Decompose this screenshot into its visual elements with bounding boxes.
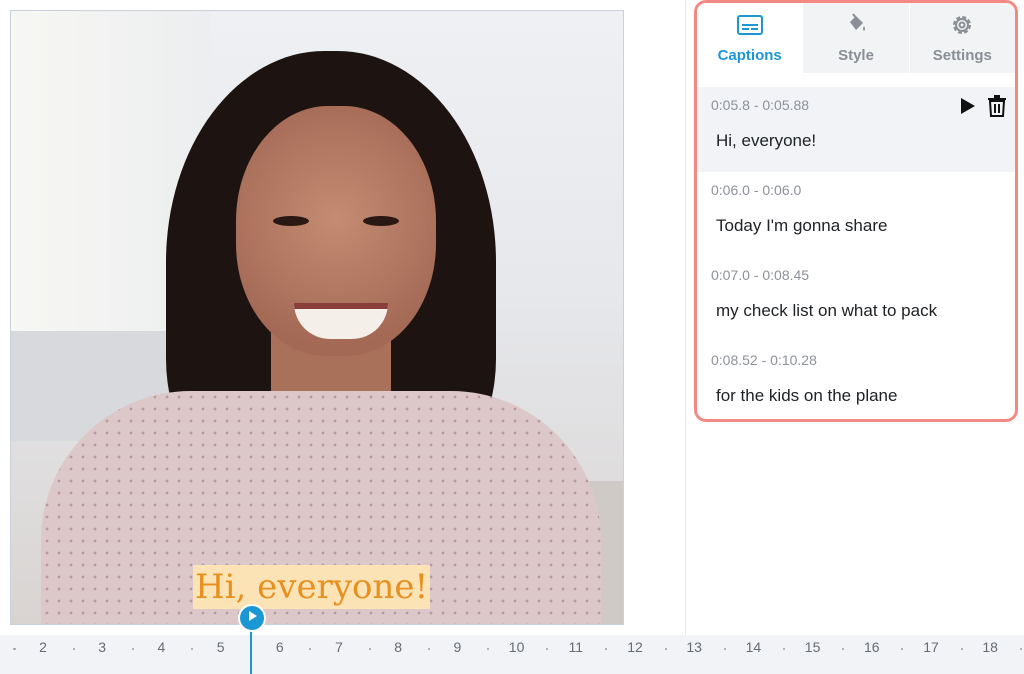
timeline-tick-dot [309, 648, 312, 650]
caption-time: 0:08.52 - 0:10.28 [711, 352, 817, 368]
trash-icon[interactable] [987, 95, 1007, 117]
timeline-tick-label: 5 [216, 639, 225, 655]
caption-actions [959, 95, 1007, 117]
timeline-tick-label: 12 [627, 639, 643, 655]
tab-style[interactable]: Style [802, 3, 909, 73]
tab-label: Settings [932, 46, 992, 64]
timeline-tick-dot [605, 648, 608, 650]
captions-panel: Captions Style Settings 0:05.8 - 0:05.88… [694, 0, 1018, 422]
timeline-tick-label: 16 [864, 639, 880, 655]
caption-time: 0:06.0 - 0:06.0 [711, 182, 802, 198]
timeline-tick-label: 8 [394, 639, 403, 655]
caption-item[interactable]: 0:06.0 - 0:06.0 Today I'm gonna share [697, 172, 1015, 257]
timeline-tick-label: 15 [804, 639, 821, 655]
timeline-tick-label: 14 [745, 639, 762, 655]
timeline-tick-dot [1019, 648, 1022, 650]
timeline-tick-dot [546, 648, 549, 650]
person-eye-right [363, 216, 399, 226]
timeline-tick-label: 9 [453, 639, 462, 655]
timeline-tick-dot [131, 648, 134, 650]
timeline-tick-dot [368, 648, 371, 650]
timeline-tick-label: 6 [275, 639, 284, 655]
timeline-tick-dot [960, 648, 963, 650]
timeline-tick-dot [487, 648, 489, 650]
tab-label: Captions [717, 46, 782, 64]
gear-icon [948, 13, 976, 41]
caption-item[interactable]: 0:08.52 - 0:10.28 for the kids on the pl… [697, 342, 1015, 419]
caption-text[interactable]: for the kids on the plane [711, 386, 1001, 406]
caption-text[interactable]: Hi, everyone! [711, 131, 1001, 151]
timeline-ruler[interactable]: 2 3 4 5 6 7 8 9 10 11 12 13 14 15 16 17 18 [0, 635, 1024, 674]
tab-settings[interactable]: Settings [908, 3, 1015, 73]
play-icon[interactable] [959, 96, 977, 116]
playhead-line[interactable] [250, 625, 252, 674]
caption-item[interactable]: 0:05.8 - 0:05.88 Hi, everyone! [697, 87, 1015, 172]
timeline-tick-label: 7 [335, 639, 343, 655]
captions-icon [736, 13, 764, 41]
tab-captions[interactable]: Captions [697, 3, 803, 73]
timeline-tick-dot [901, 648, 904, 650]
timeline-tick-dot [14, 648, 16, 650]
panel-divider [685, 0, 686, 635]
timeline-tick-label: 4 [157, 639, 166, 655]
timeline-tick-label: 13 [686, 639, 702, 655]
timeline-tick-dot [842, 648, 845, 650]
timeline-tick-label: 11 [568, 639, 584, 655]
play-icon [246, 609, 258, 627]
timeline-tick-dot [783, 648, 785, 650]
timeline-tick-label: 2 [39, 639, 47, 655]
timeline-tick-label: 17 [923, 639, 939, 655]
tab-label: Style [838, 46, 874, 64]
caption-list: 0:05.8 - 0:05.88 Hi, everyone! 0:06.0 - … [697, 73, 1015, 419]
timeline-tick-label: 18 [982, 639, 998, 655]
timeline-tick-dot [723, 648, 726, 650]
caption-time: 0:07.0 - 0:08.45 [711, 267, 810, 283]
timeline-tick-dot [72, 648, 75, 650]
paint-bucket-icon [842, 12, 870, 41]
playhead-play-button[interactable] [238, 604, 266, 632]
caption-text[interactable]: Today I'm gonna share [711, 216, 1001, 236]
timeline-tick-dot [191, 648, 193, 650]
caption-item[interactable]: 0:07.0 - 0:08.45 my check list on what t… [697, 257, 1015, 342]
panel-tabs: Captions Style Settings [697, 3, 1015, 73]
timeline-tick-dot [427, 648, 430, 650]
caption-overlay[interactable]: Hi, everyone! [193, 565, 431, 609]
timeline-tick-label: 10 [508, 639, 525, 655]
caption-text[interactable]: my check list on what to pack [711, 301, 1001, 321]
timeline-tick-label: 3 [98, 639, 107, 655]
person-eye-left [273, 216, 309, 226]
video-preview[interactable] [10, 10, 624, 625]
timeline-tick-dot [664, 648, 667, 650]
caption-time: 0:05.8 - 0:05.88 [711, 97, 810, 113]
